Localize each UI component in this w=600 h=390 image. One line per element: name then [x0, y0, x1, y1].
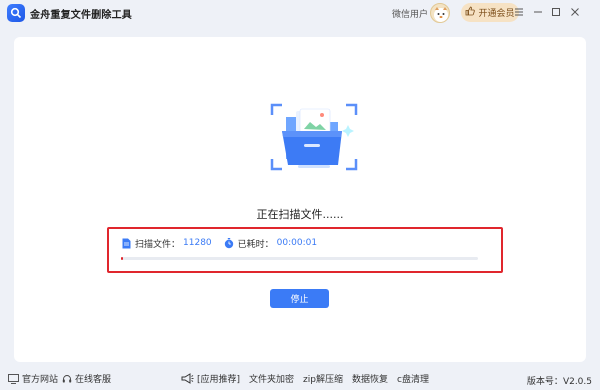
- folder-scan-illustration-icon: [264, 97, 364, 177]
- version-info: 版本号：V2.0.5: [527, 374, 592, 387]
- headset-icon: [62, 374, 72, 384]
- elapsed-label: 已耗时：: [237, 239, 274, 250]
- app-title: 金舟重复文件删除工具: [30, 10, 132, 21]
- scan-progress-fill: [121, 257, 124, 260]
- minimize-icon[interactable]: [530, 4, 546, 20]
- files-count: 11280: [183, 238, 212, 248]
- scan-status-text: 正在扫描文件......: [256, 208, 344, 221]
- footer-link-data-recovery[interactable]: 数据恢复: [352, 372, 388, 385]
- main-panel: 正在扫描文件...... 扫描文件： 11280 已耗时： 00:00:01 停…: [14, 37, 586, 362]
- monitor-icon: [8, 373, 19, 384]
- recommend-group: [应用推荐] 文件夹加密 zip解压缩 数据恢复 c盘清理: [181, 372, 429, 385]
- megaphone-icon: [181, 373, 194, 384]
- footer-link-c-drive-clean[interactable]: c盘清理: [397, 372, 429, 385]
- official-site-label: 官方网站: [22, 375, 59, 385]
- menu-icon[interactable]: [511, 4, 527, 20]
- footer-link-folder-encrypt[interactable]: 文件夹加密: [249, 372, 294, 385]
- version-label: 版本号：: [526, 377, 563, 387]
- footer-bar: 官方网站 在线客服 [应用推荐] 文件夹加密 zip解压缩 数据恢复 c盘清理 …: [0, 368, 600, 388]
- files-label: 扫描文件：: [135, 239, 181, 250]
- footer-link-zip[interactable]: zip解压缩: [303, 372, 343, 385]
- scan-progress-bar: [121, 257, 478, 260]
- file-icon: [122, 238, 131, 249]
- vip-button-label: 开通会员: [478, 9, 515, 19]
- thumbs-up-icon: [465, 6, 476, 19]
- official-site-link[interactable]: 官方网站: [8, 372, 58, 385]
- recommend-label: [应用推荐]: [197, 375, 241, 385]
- title-bar: 金舟重复文件删除工具 微信用户 开通会员: [0, 0, 600, 27]
- timer-icon: [224, 237, 234, 249]
- elapsed-time: 00:00:01: [276, 238, 318, 248]
- maximize-icon[interactable]: [548, 4, 564, 20]
- scan-progress-highlight: [107, 227, 503, 273]
- avatar[interactable]: [430, 3, 450, 23]
- user-name[interactable]: 微信用户: [392, 7, 428, 20]
- version-number: V2.0.5: [562, 377, 592, 387]
- close-icon[interactable]: [567, 4, 583, 20]
- scan-stats: 扫描文件： 11280 已耗时： 00:00:01: [122, 236, 317, 250]
- stop-button[interactable]: 停止: [270, 289, 329, 308]
- online-support-link[interactable]: 在线客服: [62, 372, 111, 385]
- online-support-label: 在线客服: [75, 375, 112, 385]
- app-logo-icon: [7, 4, 25, 22]
